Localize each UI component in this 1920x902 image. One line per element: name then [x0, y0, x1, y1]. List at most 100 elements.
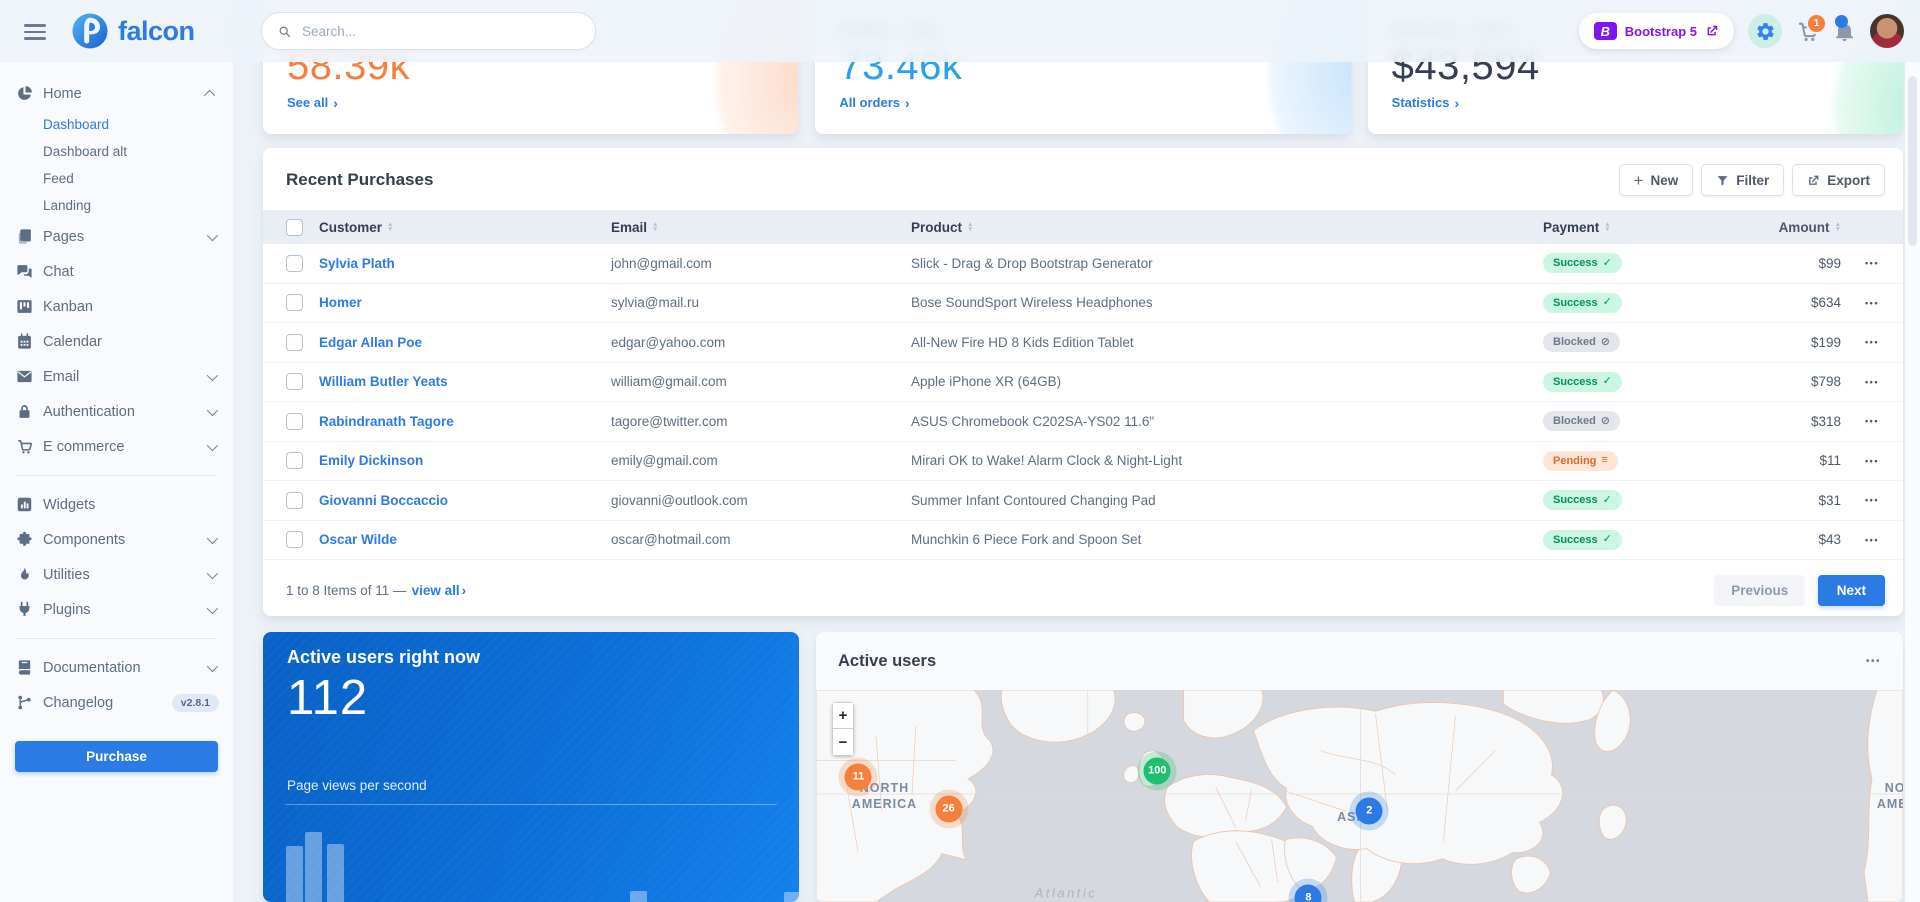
sidebar-item-email[interactable]: Email [0, 359, 233, 394]
sidebar-item-changelog[interactable]: Changelogv2.8.1 [0, 685, 233, 720]
row-checkbox[interactable] [286, 334, 303, 351]
sidebar-item-label: Home [43, 86, 207, 102]
pages-icon [16, 228, 34, 246]
column-header-customer[interactable]: Customer▲▼ [319, 220, 611, 235]
hamburger-menu-button[interactable] [24, 24, 46, 44]
map-cluster-marker[interactable]: 100 [1144, 757, 1171, 784]
sidebar-item-label: Chat [43, 264, 219, 280]
payment-badge: Blocked⊘ [1543, 332, 1620, 352]
row-check-cell [263, 452, 319, 469]
row-actions-button[interactable]: ••• [1865, 377, 1879, 387]
sidebar-item-authentication[interactable]: Authentication [0, 394, 233, 429]
sidebar-item-chat[interactable]: Chat [0, 254, 233, 289]
sort-icon: ▲▼ [387, 222, 393, 233]
map-zoom-in-button[interactable]: + [832, 702, 854, 729]
table-row: Oscar Wildeoscar@hotmail.comMunchkin 6 P… [263, 521, 1903, 561]
stat-link[interactable]: Statistics› [1392, 95, 1459, 110]
payment-cell: Success✓ [1543, 530, 1691, 550]
sidebar-item-widgets[interactable]: Widgets [0, 487, 233, 522]
row-actions-button[interactable]: ••• [1865, 298, 1879, 308]
product-cell: Summer Infant Contoured Changing Pad [911, 493, 1543, 508]
sidebar-item-calendar[interactable]: Calendar [0, 324, 233, 359]
column-header-payment[interactable]: Payment▲▼ [1543, 220, 1691, 235]
row-checkbox[interactable] [286, 373, 303, 390]
sidebar-item-label: Utilities [43, 567, 207, 583]
new-button[interactable]: + New [1619, 164, 1694, 196]
row-checkbox[interactable] [286, 452, 303, 469]
scrollbar-thumb[interactable] [1908, 76, 1917, 246]
customer-link[interactable]: Homer [319, 295, 611, 310]
select-all-checkbox[interactable] [286, 219, 303, 236]
next-button[interactable]: Next [1818, 575, 1885, 606]
stat-link[interactable]: All orders› [839, 95, 909, 110]
sidebar-subitem-dashboard[interactable]: Dashboard [0, 111, 233, 138]
sidebar-item-pages[interactable]: Pages [0, 219, 233, 254]
settings-button[interactable] [1748, 14, 1782, 48]
chevron-right-icon: › [1454, 96, 1459, 110]
user-avatar[interactable] [1870, 14, 1904, 48]
sort-icon: ▲▼ [1835, 222, 1841, 233]
sidebar-item-utilities[interactable]: Utilities [0, 557, 233, 592]
payment-badge: Success✓ [1543, 253, 1622, 273]
sidebar-divider [16, 475, 217, 476]
customer-link[interactable]: Oscar Wilde [319, 532, 611, 547]
purchase-button[interactable]: Purchase [15, 741, 218, 772]
row-actions-button[interactable]: ••• [1865, 456, 1879, 466]
row-checkbox[interactable] [286, 413, 303, 430]
customer-link[interactable]: Emily Dickinson [319, 453, 611, 468]
stat-link[interactable]: See all› [287, 95, 338, 110]
sort-icon: ▲▼ [652, 222, 658, 233]
row-checkbox[interactable] [286, 255, 303, 272]
amount-cell: $798 [1691, 374, 1841, 389]
customer-link[interactable]: Edgar Allan Poe [319, 335, 611, 350]
previous-button[interactable]: Previous [1714, 575, 1805, 606]
map-cluster-marker[interactable]: 2 [1356, 797, 1383, 824]
map-cluster-marker[interactable]: 11 [845, 763, 872, 790]
row-checkbox[interactable] [286, 492, 303, 509]
sidebar-item-components[interactable]: Components [0, 522, 233, 557]
row-actions-button[interactable]: ••• [1865, 495, 1879, 505]
column-header-amount[interactable]: Amount▲▼ [1691, 220, 1841, 235]
stat-link-label: See all [287, 95, 328, 110]
sort-icon: ▲▼ [967, 222, 973, 233]
page-scrollbar[interactable] [1905, 62, 1920, 902]
row-checkbox[interactable] [286, 531, 303, 548]
map-zoom-out-button[interactable]: − [832, 729, 854, 756]
customer-link[interactable]: Sylvia Plath [319, 256, 611, 271]
customer-link[interactable]: William Butler Yeats [319, 374, 611, 389]
sidebar-subitem-feed[interactable]: Feed [0, 165, 233, 192]
column-header-product[interactable]: Product▲▼ [911, 220, 1543, 235]
row-actions-button[interactable]: ••• [1865, 416, 1879, 426]
filter-button[interactable]: Filter [1701, 164, 1784, 196]
search-input[interactable] [300, 23, 579, 40]
sidebar-item-home[interactable]: Home [0, 76, 233, 111]
row-actions-button[interactable]: ••• [1865, 535, 1879, 545]
bootstrap5-badge[interactable]: B Bootstrap 5 [1579, 13, 1734, 49]
notifications-button[interactable] [1833, 20, 1856, 43]
sidebar-item-kanban[interactable]: Kanban [0, 289, 233, 324]
sidebar-item-label: Authentication [43, 404, 207, 420]
row-actions-button[interactable]: ••• [1865, 258, 1879, 268]
world-map[interactable]: + − NORTH AMERICAASIANORTH AMERICAAtlant… [816, 690, 1903, 902]
card-menu-button[interactable]: ••• [1866, 656, 1881, 667]
sidebar-item-e-commerce[interactable]: E commerce [0, 429, 233, 464]
row-actions-button[interactable]: ••• [1865, 337, 1879, 347]
column-header-email[interactable]: Email▲▼ [611, 220, 911, 235]
sidebar-subitem-landing[interactable]: Landing [0, 192, 233, 219]
export-button[interactable]: Export [1792, 164, 1885, 196]
falcon-brand[interactable]: falcon [70, 11, 195, 51]
sidebar-subitem-dashboard-alt[interactable]: Dashboard alt [0, 138, 233, 165]
success-icon: ✓ [1603, 534, 1612, 545]
row-checkbox[interactable] [286, 294, 303, 311]
customer-link[interactable]: Giovanni Boccaccio [319, 493, 611, 508]
map-cluster-marker[interactable]: 26 [935, 795, 962, 822]
actions-cell: ••• [1841, 456, 1903, 466]
map-region-label: Atlantic [1035, 885, 1098, 902]
sidebar-item-plugins[interactable]: Plugins [0, 592, 233, 627]
sidebar-item-documentation[interactable]: Documentation [0, 650, 233, 685]
blocked-icon: ⊘ [1601, 337, 1610, 348]
customer-link[interactable]: Rabindranath Tagore [319, 414, 611, 429]
cart-button[interactable]: 1 [1796, 20, 1819, 43]
view-all-link[interactable]: view all [412, 583, 460, 598]
pagination-buttons: Previous Next [1714, 575, 1885, 606]
